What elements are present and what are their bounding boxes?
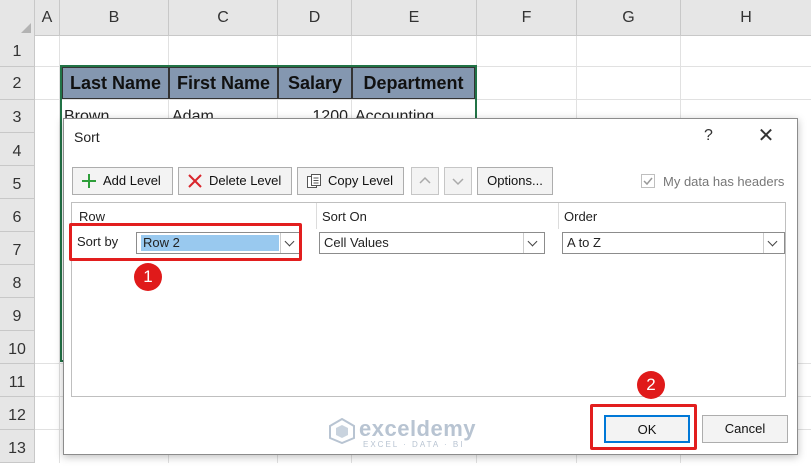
row-header-10[interactable]: 10 xyxy=(0,331,35,364)
chevron-down-icon xyxy=(452,178,464,186)
move-down-button[interactable] xyxy=(444,167,472,195)
move-up-button[interactable] xyxy=(411,167,439,195)
row-header-9[interactable]: 9 xyxy=(0,298,35,331)
row-header-5[interactable]: 5 xyxy=(0,166,35,199)
select-all-corner[interactable] xyxy=(0,0,35,37)
highlight-ok-button xyxy=(590,404,697,450)
copy-icon xyxy=(307,174,321,188)
step-1-badge: 1 xyxy=(134,263,162,291)
close-icon: ✕ xyxy=(757,125,775,147)
row-header-8[interactable]: 8 xyxy=(0,265,35,298)
order-value: A to Z xyxy=(567,235,601,250)
my-data-has-headers-label: My data has headers xyxy=(663,174,785,189)
row-header-3[interactable]: 3 xyxy=(0,100,35,133)
row-header-1[interactable]: 1 xyxy=(0,36,35,67)
dropdown-arrow-icon xyxy=(763,233,784,253)
options-button[interactable]: Options... xyxy=(477,167,553,195)
column-header-row: Row xyxy=(79,209,106,224)
row-header-7[interactable]: 7 xyxy=(0,232,35,265)
copy-level-label: Copy Level xyxy=(328,173,394,188)
row-header-13[interactable]: 13 xyxy=(0,430,35,463)
header-last-name[interactable]: Last Name xyxy=(62,67,169,99)
dialog-title: Sort xyxy=(74,129,100,145)
column-separator xyxy=(316,203,317,229)
my-data-has-headers-checkbox[interactable] xyxy=(641,174,655,188)
row-header-11[interactable]: 11 xyxy=(0,364,35,397)
header-department[interactable]: Department xyxy=(352,67,475,99)
checkmark-icon xyxy=(643,177,653,186)
column-header-b[interactable]: B xyxy=(60,0,169,36)
column-header-h[interactable]: H xyxy=(681,0,811,36)
step-2-badge: 2 xyxy=(637,371,665,399)
header-first-name[interactable]: First Name xyxy=(169,67,278,99)
add-level-button[interactable]: Add Level xyxy=(72,167,173,195)
dropdown-arrow-icon xyxy=(523,233,544,253)
watermark-tagline: EXCEL · DATA · BI xyxy=(363,440,465,449)
add-level-label: Add Level xyxy=(103,173,161,188)
delete-level-label: Delete Level xyxy=(209,173,282,188)
order-select[interactable]: A to Z xyxy=(562,232,785,254)
column-header-a[interactable]: A xyxy=(35,0,60,36)
column-header-d[interactable]: D xyxy=(278,0,352,36)
column-header-f[interactable]: F xyxy=(477,0,577,36)
help-button[interactable]: ? xyxy=(704,127,713,145)
sort-on-select[interactable]: Cell Values xyxy=(319,232,545,254)
column-header-e[interactable]: E xyxy=(352,0,477,36)
column-separator xyxy=(558,203,559,229)
cancel-label: Cancel xyxy=(724,421,766,436)
row-header-6[interactable]: 6 xyxy=(0,199,35,232)
copy-level-button[interactable]: Copy Level xyxy=(297,167,404,195)
row-header-4[interactable]: 4 xyxy=(0,133,35,166)
chevron-up-icon xyxy=(419,176,431,184)
exceldemy-logo-icon xyxy=(329,418,355,444)
delete-x-icon xyxy=(188,174,202,188)
column-header-order: Order xyxy=(564,209,598,224)
plus-icon xyxy=(82,174,96,188)
options-label: Options... xyxy=(487,173,543,188)
delete-level-button[interactable]: Delete Level xyxy=(178,167,292,195)
cancel-button[interactable]: Cancel xyxy=(702,415,788,443)
header-salary[interactable]: Salary xyxy=(278,67,352,99)
close-button[interactable]: ✕ xyxy=(754,124,778,148)
watermark-name: exceldemy xyxy=(359,416,477,441)
column-header-sort-on: Sort On xyxy=(322,209,367,224)
column-header-c[interactable]: C xyxy=(169,0,278,36)
row-header-12[interactable]: 12 xyxy=(0,397,35,430)
column-header-g[interactable]: G xyxy=(577,0,681,36)
sort-on-value: Cell Values xyxy=(324,235,389,250)
row-header-2[interactable]: 2 xyxy=(0,67,35,100)
highlight-sort-by xyxy=(69,223,302,261)
